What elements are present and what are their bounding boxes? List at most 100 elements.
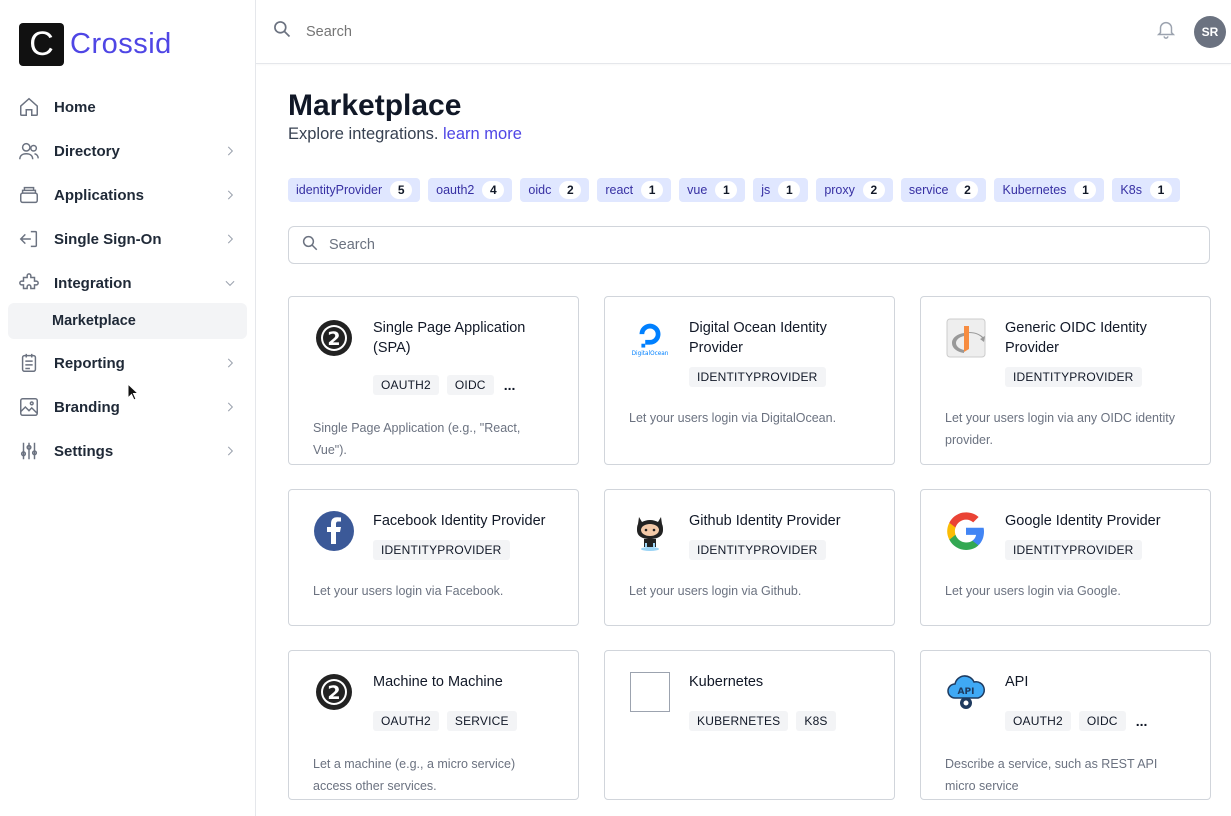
bell-icon[interactable] — [1155, 18, 1177, 45]
svg-text:2: 2 — [327, 328, 340, 350]
marketplace-search — [288, 226, 1210, 264]
card-badge: OAUTH2 — [373, 711, 439, 731]
tag-filter[interactable]: K8s 1 — [1112, 178, 1180, 202]
card-badge: IDENTITYPROVIDER — [1005, 367, 1142, 387]
integration-card[interactable]: DigitalOcean Digital Ocean Identity Provi… — [604, 296, 895, 465]
tag-label: vue — [687, 183, 708, 197]
page-subtitle: Explore integrations. learn more — [288, 125, 1210, 144]
learn-more-link[interactable]: learn more — [443, 125, 522, 143]
tag-filter[interactable]: vue 1 — [679, 178, 746, 202]
card-header: Kubernetes KUBERNETES K8S — [629, 671, 870, 731]
card-header: DigitalOcean Digital Ocean Identity Provi… — [629, 317, 870, 387]
sidebar: C Crossid Home Directory Applications Si… — [0, 0, 256, 816]
sidebar-item-settings[interactable]: Settings — [8, 429, 247, 473]
card-badge: OAUTH2 — [373, 375, 439, 395]
main-content: SR Marketplace Explore integrations. lea… — [256, 0, 1231, 816]
github-icon — [629, 510, 671, 552]
card-body: Google Identity Provider IDENTITYPROVIDER — [1005, 510, 1186, 560]
card-title: Facebook Identity Provider — [373, 513, 546, 529]
card-description: Let your users login via Github. — [629, 584, 802, 598]
subtitle-text: Explore integrations. — [288, 125, 439, 143]
card-badges: IDENTITYPROVIDER — [1005, 367, 1186, 387]
sidebar-item-applications[interactable]: Applications — [8, 173, 247, 217]
users-icon — [18, 140, 40, 162]
google-icon — [945, 510, 987, 552]
sidebar-item-home[interactable]: Home — [8, 85, 247, 129]
card-badges: OAUTH2 OIDC... — [373, 375, 554, 395]
integration-card[interactable]: Facebook Identity Provider IDENTITYPROVID… — [288, 489, 579, 626]
global-search-input[interactable] — [306, 23, 1155, 40]
tag-count: 4 — [482, 181, 505, 199]
card-title: Google Identity Provider — [1005, 513, 1161, 529]
top-bar: SR — [256, 0, 1231, 64]
card-badge: OAUTH2 — [1005, 711, 1071, 731]
tag-count: 1 — [641, 181, 664, 199]
home-icon — [18, 96, 40, 118]
tag-filter[interactable]: proxy 2 — [816, 178, 893, 202]
marketplace-search-input[interactable] — [329, 237, 1209, 253]
tag-filter[interactable]: identityProvider 5 — [288, 178, 421, 202]
integration-card[interactable]: 2 Single Page Application (SPA) OAUTH2 OIDC… — [288, 296, 579, 465]
card-description: Let a machine (e.g., a micro service) ac… — [313, 757, 516, 793]
tag-filter[interactable]: oidc 2 — [520, 178, 590, 202]
card-cell: Generic OIDC Identity Provider IDENTITYPR… — [920, 296, 1211, 465]
tag-filter[interactable]: js 1 — [753, 178, 809, 202]
integration-grid: 2 Single Page Application (SPA) OAUTH2 OIDC… — [288, 296, 1211, 800]
svg-text:API: API — [958, 687, 975, 697]
integration-card[interactable]: Google Identity Provider IDENTITYPROVIDER… — [920, 489, 1211, 626]
chevron-right-icon — [223, 144, 237, 158]
openid-icon — [945, 317, 987, 359]
logo[interactable]: C Crossid — [19, 22, 255, 66]
chevron-right-icon — [223, 232, 237, 246]
integration-card[interactable]: API API OAUTH2 OIDC... Describe a service, s… — [920, 650, 1211, 800]
tag-count: 1 — [1074, 181, 1097, 199]
tag-label: service — [908, 183, 949, 197]
tag-count: 2 — [956, 181, 979, 199]
api-cloud-icon: API — [945, 671, 987, 713]
card-cell: Github Identity Provider IDENTITYPROVIDER… — [604, 489, 895, 626]
digitalocean-icon: DigitalOcean — [629, 317, 671, 359]
sidebar-item-single-sign-on[interactable]: Single Sign-On — [8, 217, 247, 261]
tag-filter[interactable]: Kubernetes 1 — [994, 178, 1105, 202]
card-header: Github Identity Provider IDENTITYPROVIDER — [629, 510, 870, 560]
tag-label: proxy — [824, 183, 855, 197]
tag-label: Kubernetes — [1002, 183, 1067, 197]
sidebar-item-marketplace[interactable]: Marketplace — [8, 303, 247, 339]
tag-filter-list: identityProvider 5 oauth2 4 oidc 2 react 1 vue 1 j… — [288, 178, 1210, 202]
integration-card[interactable]: 2 Machine to Machine OAUTH2 SERVICE Let a ma… — [288, 650, 579, 800]
tag-filter[interactable]: react 1 — [597, 178, 672, 202]
sidebar-item-label: Applications — [54, 186, 145, 204]
tag-label: react — [605, 183, 634, 197]
card-cell: 2 Machine to Machine OAUTH2 SERVICE Let a ma… — [288, 650, 579, 800]
card-description: Let your users login via Google. — [945, 584, 1121, 598]
sidebar-item-label: Single Sign-On — [54, 230, 162, 248]
tag-count: 1 — [778, 181, 801, 199]
card-title: Github Identity Provider — [689, 513, 841, 529]
applications-icon — [18, 184, 40, 206]
sidebar-item-reporting[interactable]: Reporting — [8, 341, 247, 385]
image-placeholder — [630, 672, 670, 712]
image-icon — [18, 396, 40, 418]
integration-card[interactable]: Kubernetes KUBERNETES K8S — [604, 650, 895, 800]
card-header: API API OAUTH2 OIDC... — [945, 671, 1186, 731]
sidebar-item-label: Home — [54, 98, 96, 116]
tag-count: 1 — [715, 181, 738, 199]
card-badge: IDENTITYPROVIDER — [373, 540, 510, 560]
card-title: Generic OIDC Identity Provider — [1005, 320, 1147, 356]
tag-label: js — [761, 183, 771, 197]
card-description: Let your users login via any OIDC identi… — [945, 411, 1175, 447]
tag-filter[interactable]: service 2 — [900, 178, 987, 202]
avatar[interactable]: SR — [1194, 15, 1226, 48]
card-badges: IDENTITYPROVIDER — [1005, 540, 1186, 560]
sidebar-item-integration[interactable]: Integration — [8, 261, 247, 305]
integration-card[interactable]: Github Identity Provider IDENTITYPROVIDER… — [604, 489, 895, 626]
tag-filter[interactable]: oauth2 4 — [428, 178, 513, 202]
card-cell: DigitalOcean Digital Ocean Identity Provi… — [604, 296, 895, 465]
sidebar-item-label: Settings — [54, 442, 114, 460]
page-title: Marketplace — [288, 89, 462, 122]
search-icon — [272, 19, 292, 44]
card-badge: SERVICE — [446, 711, 517, 731]
sidebar-item-directory[interactable]: Directory — [8, 129, 247, 173]
tag-label: oidc — [528, 183, 552, 197]
integration-card[interactable]: Generic OIDC Identity Provider IDENTITYPR… — [920, 296, 1211, 465]
